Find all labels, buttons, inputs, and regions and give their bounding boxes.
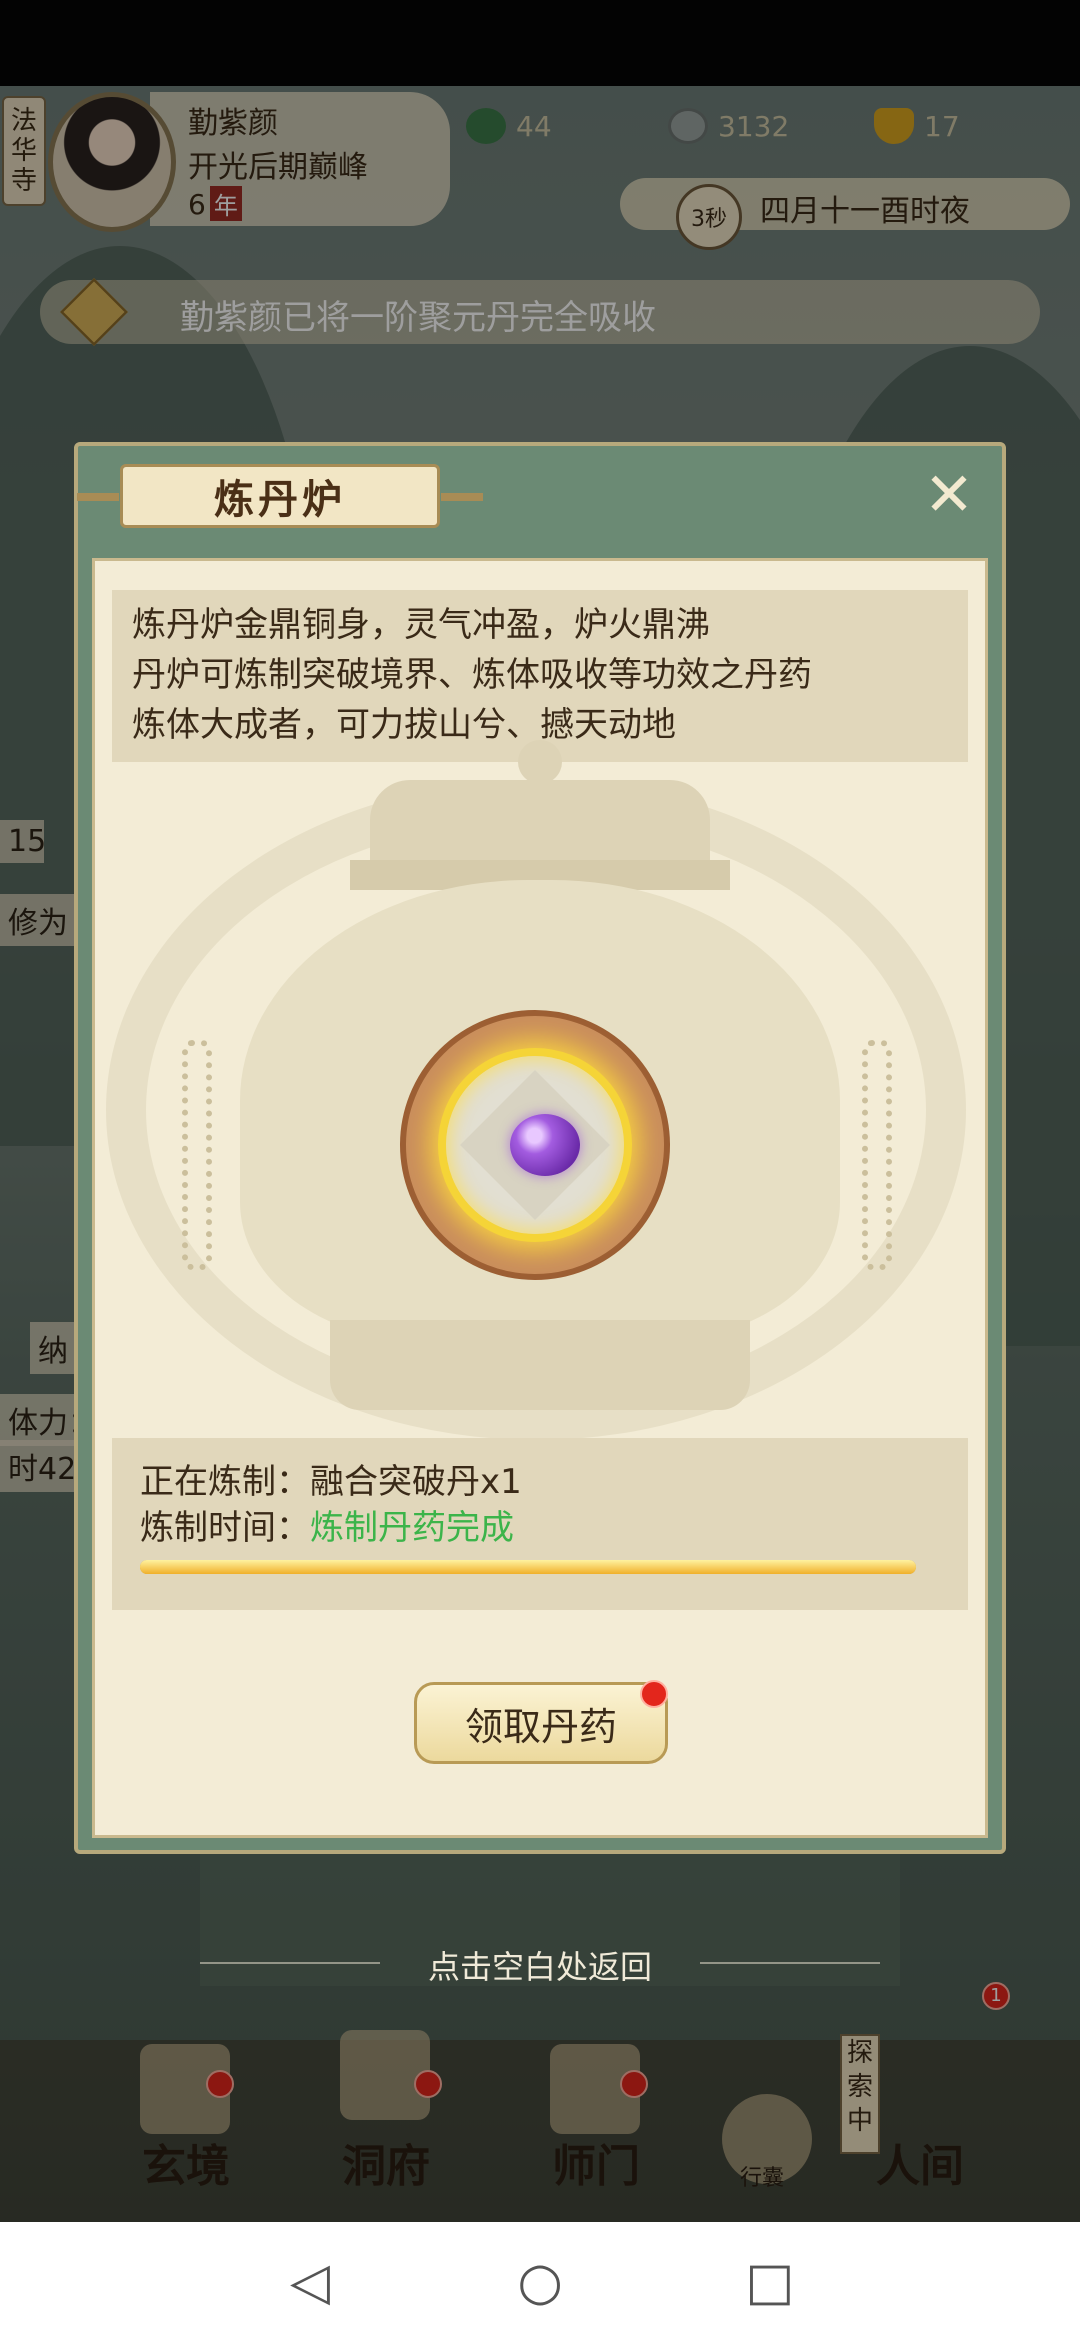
progress-fill [140, 1560, 916, 1574]
furnace-description: 炼丹炉金鼎铜身，灵气冲盈，炉火鼎沸 丹炉可炼制突破境界、炼体吸收等功效之丹药 炼… [112, 590, 968, 762]
hint-divider [700, 1962, 880, 1964]
furnace-lid-knob [518, 740, 562, 784]
notification-dot [640, 1680, 668, 1708]
claim-pill-button[interactable]: 领取丹药 [414, 1682, 668, 1764]
recents-icon[interactable]: □ [740, 2252, 800, 2312]
purple-pill-icon[interactable] [510, 1114, 580, 1176]
refining-time-row: 炼制时间：炼制丹药完成 [140, 1500, 514, 1549]
refining-label: 正在炼制： [140, 1462, 310, 1502]
refining-status: 炼制丹药完成 [310, 1508, 514, 1548]
description-line: 丹炉可炼制突破境界、炼体吸收等功效之丹药 [132, 655, 812, 695]
chain-decoration [182, 1040, 212, 1270]
home-icon[interactable]: ○ [510, 2252, 570, 2312]
furnace-base [330, 1320, 750, 1410]
refining-item-row: 正在炼制：融合突破丹x1 [140, 1454, 522, 1503]
refining-item: 融合突破丹x1 [310, 1462, 522, 1502]
back-icon[interactable]: ◁ [280, 2252, 340, 2312]
dialog-title: 炼丹炉 [77, 464, 483, 528]
description-line: 炼丹炉金鼎铜身，灵气冲盈，炉火鼎沸 [132, 605, 710, 645]
time-label: 炼制时间： [140, 1508, 310, 1548]
close-icon[interactable]: ✕ [916, 464, 982, 530]
refining-progress-bar [140, 1560, 916, 1574]
furnace-lid [370, 780, 710, 870]
tap-to-return-hint: 点击空白处返回 [427, 1948, 652, 1986]
chain-decoration [862, 1040, 892, 1270]
